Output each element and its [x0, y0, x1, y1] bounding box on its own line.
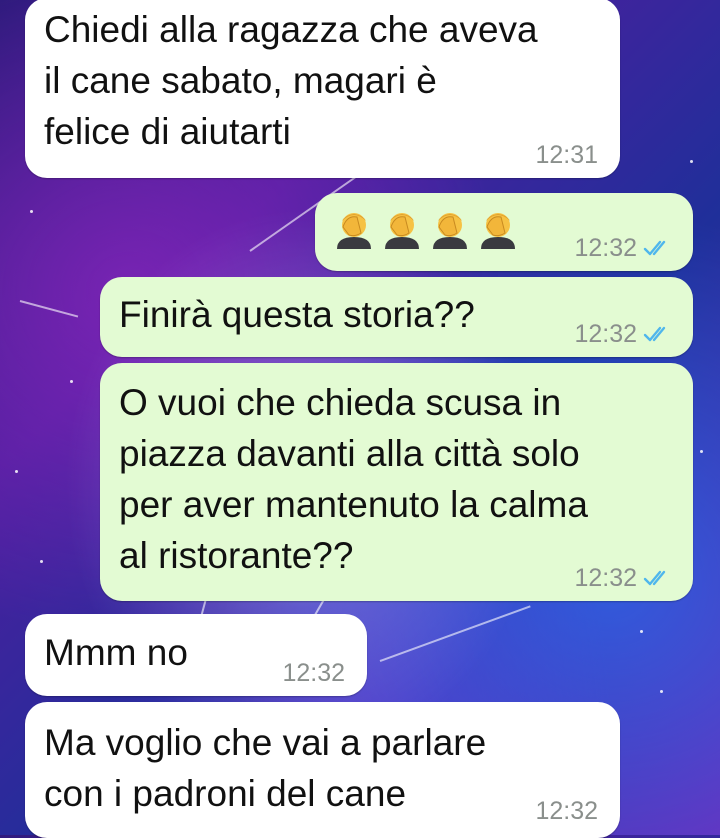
message-meta: 12:32	[574, 233, 671, 263]
message-text: Mmm no	[44, 632, 188, 673]
message-time: 12:32	[574, 320, 637, 348]
incoming-message[interactable]: Ma voglio che vai a parlare con i padron…	[25, 702, 620, 838]
message-meta: 12:32	[282, 658, 345, 688]
message-time: 12:32	[574, 564, 637, 592]
outgoing-message[interactable]: 12:32	[315, 193, 693, 271]
message-time: 12:32	[574, 234, 637, 262]
message-meta: 12:31	[535, 140, 598, 170]
message-meta: 12:32	[574, 319, 671, 349]
emoji-row	[333, 207, 519, 249]
facepalm-emoji-icon	[433, 213, 467, 249]
message-meta: 12:32	[574, 563, 671, 593]
facepalm-emoji-icon	[337, 213, 371, 249]
facepalm-emoji-icon	[481, 213, 515, 249]
read-receipt-icon	[643, 570, 666, 586]
message-time: 12:32	[282, 659, 345, 687]
message-time: 12:31	[535, 141, 598, 169]
outgoing-message[interactable]: O vuoi che chieda scusa in piazza davant…	[100, 363, 693, 601]
facepalm-emoji-icon	[385, 213, 419, 249]
message-time: 12:32	[535, 797, 598, 825]
message-text: Finirà questa storia??	[119, 294, 475, 335]
outgoing-message[interactable]: Finirà questa storia?? 12:32	[100, 277, 693, 357]
message-meta: 12:32	[535, 796, 598, 826]
read-receipt-icon	[643, 326, 666, 342]
incoming-message[interactable]: Mmm no 12:32	[25, 614, 367, 696]
message-text: Chiedi alla ragazza che aveva il cane sa…	[44, 9, 538, 152]
message-text: O vuoi che chieda scusa in piazza davant…	[119, 382, 588, 576]
incoming-message[interactable]: Chiedi alla ragazza che aveva il cane sa…	[25, 0, 620, 178]
message-text: Ma voglio che vai a parlare con i padron…	[44, 722, 487, 814]
read-receipt-icon	[643, 240, 666, 256]
